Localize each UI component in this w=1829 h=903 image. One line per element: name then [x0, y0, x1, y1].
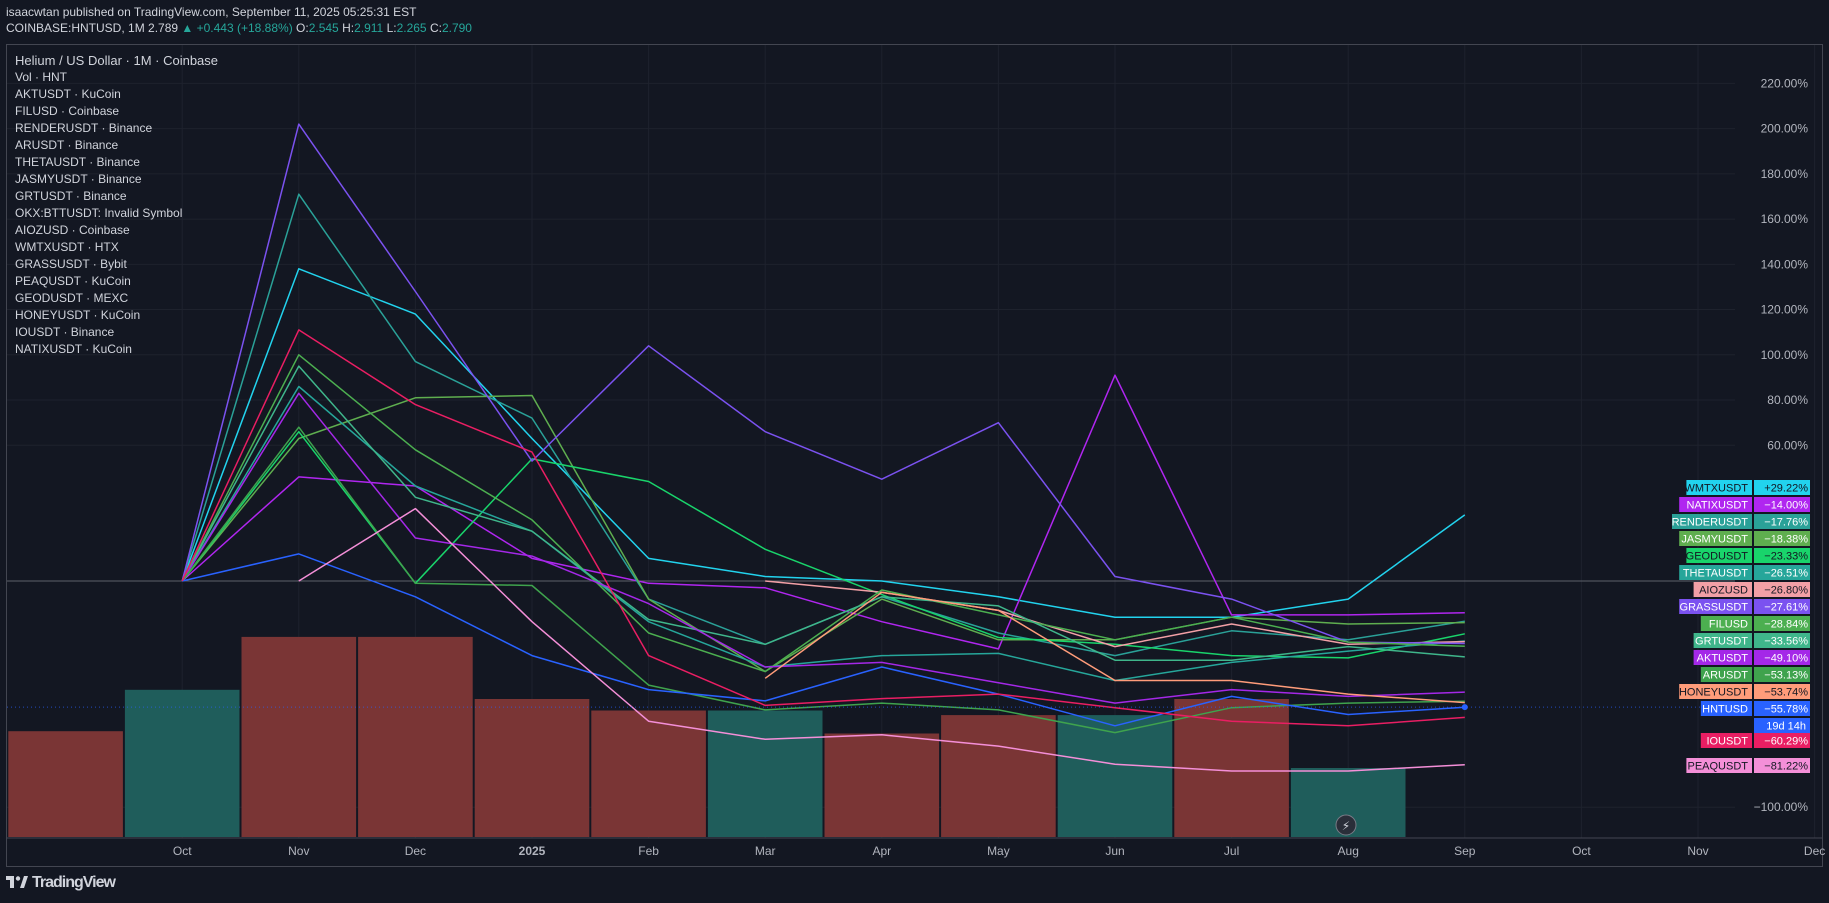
series-line-geodusdt: [181, 430, 1465, 659]
volume-bar: [941, 715, 1056, 837]
volume-bar: [8, 731, 123, 837]
y-tick-label: 160.00%: [1761, 212, 1809, 226]
legend-item[interactable]: ARUSDT · Binance: [15, 137, 218, 154]
series-line-grtusdt: [181, 365, 1465, 661]
tradingview-footer[interactable]: TradingView: [6, 874, 116, 892]
legend-item[interactable]: GRASSUSDT · Bybit: [15, 256, 218, 273]
volume-bar: [124, 689, 240, 837]
volume-bar: [824, 733, 940, 837]
legend-item[interactable]: HONEYUSDT · KuCoin: [15, 307, 218, 324]
volume-bar: [707, 710, 823, 837]
x-tick-label: Dec: [405, 844, 426, 858]
series-tag-value: +29.22%: [1764, 483, 1808, 495]
series-tag-value: −81.22%: [1764, 761, 1808, 773]
series-tag-name: JASMYUSDT: [1681, 534, 1748, 546]
series-tag-value: −26.51%: [1764, 568, 1808, 580]
volume-bar: [241, 636, 357, 837]
legend-item[interactable]: PEAQUSDT · KuCoin: [15, 273, 218, 290]
series-tag-name: HNTUSD: [1702, 704, 1748, 716]
series-tag-value: −49.10%: [1764, 653, 1808, 665]
series-tag-value: −60.29%: [1764, 736, 1808, 748]
series-tag-value: −28.84%: [1764, 619, 1808, 631]
x-tick-label: Sep: [1454, 844, 1476, 858]
legend-item[interactable]: GEODUSDT · MEXC: [15, 290, 218, 307]
series-tag-name: AKTUSDT: [1697, 653, 1749, 665]
x-tick-label: Feb: [638, 844, 659, 858]
series-tag-value: −14.00%: [1764, 500, 1808, 512]
x-tick-label: Dec: [1804, 844, 1825, 858]
y-tick-label: −100.00%: [1754, 800, 1809, 814]
volume-bar: [358, 636, 473, 837]
chart-legend: Helium / US Dollar · 1M · Coinbase Vol ·…: [15, 52, 218, 358]
series-tag-name: GEODUSDT: [1686, 551, 1749, 563]
y-tick-label: 220.00%: [1761, 76, 1809, 90]
y-tick-label: 140.00%: [1761, 257, 1809, 271]
x-tick-label: May: [987, 844, 1010, 858]
legend-item[interactable]: GRTUSDT · Binance: [15, 188, 218, 205]
x-tick-label: Oct: [1572, 844, 1591, 858]
series-line-grassusdt: [181, 123, 1465, 645]
series-tag-name: PEAQUSDT: [1687, 761, 1748, 773]
volume-bar: [1057, 715, 1173, 837]
legend-item[interactable]: AIOZUSD · Coinbase: [15, 222, 218, 239]
x-tick-label: Aug: [1338, 844, 1359, 858]
x-tick-label: Nov: [1687, 844, 1708, 858]
series-tag-name: AIOZUSD: [1699, 585, 1748, 597]
y-tick-label: 200.00%: [1761, 122, 1809, 136]
series-tag-value: −33.56%: [1764, 636, 1808, 648]
chart-canvas[interactable]: ⚡ Oct Nov Dec 2025 Feb Mar Apr May Jun Jul Aug Sep Oc…: [0, 0, 1829, 903]
series-tag-value: −26.80%: [1764, 585, 1808, 597]
y-tick-label: 100.00%: [1761, 348, 1809, 362]
volume-bar: [474, 699, 590, 837]
series-tag-name: THETAUSDT: [1683, 568, 1748, 580]
x-tick-label: Nov: [288, 844, 309, 858]
x-tick-label: Oct: [173, 844, 192, 858]
series-tag-name: NATIXUSDT: [1686, 500, 1748, 512]
legend-item[interactable]: OKX:BTTUSDT: Invalid Symbol: [15, 205, 218, 222]
legend-item[interactable]: THETAUSDT · Binance: [15, 154, 218, 171]
series-tag-value: −27.61%: [1764, 602, 1808, 614]
series-tag-name: GRASSUSDT: [1680, 602, 1749, 614]
series-line-wmtxusdt: [181, 268, 1466, 618]
series-tag-value: −23.33%: [1764, 551, 1808, 563]
countdown-tag: 19d 14h: [1766, 721, 1806, 733]
x-tick-label: 2025: [519, 844, 546, 858]
lightning-glyph: ⚡: [1342, 819, 1350, 833]
volume-bar: [591, 710, 706, 837]
legend-title[interactable]: Helium / US Dollar · 1M · Coinbase: [15, 52, 218, 69]
series-tag-value: −53.13%: [1764, 670, 1808, 682]
series-line-filusd: [181, 354, 1465, 673]
series-tag-name: ARUSDT: [1703, 670, 1749, 682]
y-tick-label: 180.00%: [1761, 167, 1809, 181]
y-tick-label: 60.00%: [1767, 438, 1808, 452]
series-tag-name: FILUSD: [1709, 619, 1748, 631]
series-tag-value: −17.76%: [1764, 517, 1808, 529]
series-tag-value: −53.74%: [1764, 687, 1808, 699]
legend-item[interactable]: JASMYUSDT · Binance: [15, 171, 218, 188]
legend-item[interactable]: Vol · HNT: [15, 69, 218, 86]
series-tag-name: HONEYUSDT: [1679, 687, 1748, 699]
y-tick-label: 120.00%: [1761, 303, 1809, 317]
series-tag-name: RENDERUSDT: [1672, 517, 1749, 529]
series-tag-value: −55.78%: [1764, 704, 1808, 716]
x-tick-label: Jul: [1224, 844, 1239, 858]
last-price-dot: [1461, 704, 1468, 711]
brand-name: TradingView: [32, 874, 116, 891]
legend-item[interactable]: IOUSDT · Binance: [15, 324, 218, 341]
x-tick-label: Jun: [1105, 844, 1124, 858]
series-tag-name: WMTXUSDT: [1684, 483, 1748, 495]
series-tag-value: −18.38%: [1764, 534, 1808, 546]
x-tick-label: Apr: [872, 844, 891, 858]
legend-item[interactable]: RENDERUSDT · Binance: [15, 120, 218, 137]
legend-item[interactable]: WMTXUSDT · HTX: [15, 239, 218, 256]
series-tag-name: GRTUSDT: [1695, 636, 1748, 648]
tradingview-logo-icon: [6, 876, 28, 888]
x-tick-label: Mar: [755, 844, 776, 858]
legend-item[interactable]: FILUSD · Coinbase: [15, 103, 218, 120]
y-tick-label: 80.00%: [1767, 393, 1808, 407]
series-tag-name: IOUSDT: [1706, 736, 1748, 748]
legend-item[interactable]: NATIXUSDT · KuCoin: [15, 341, 218, 358]
legend-item[interactable]: AKTUSDT · KuCoin: [15, 86, 218, 103]
